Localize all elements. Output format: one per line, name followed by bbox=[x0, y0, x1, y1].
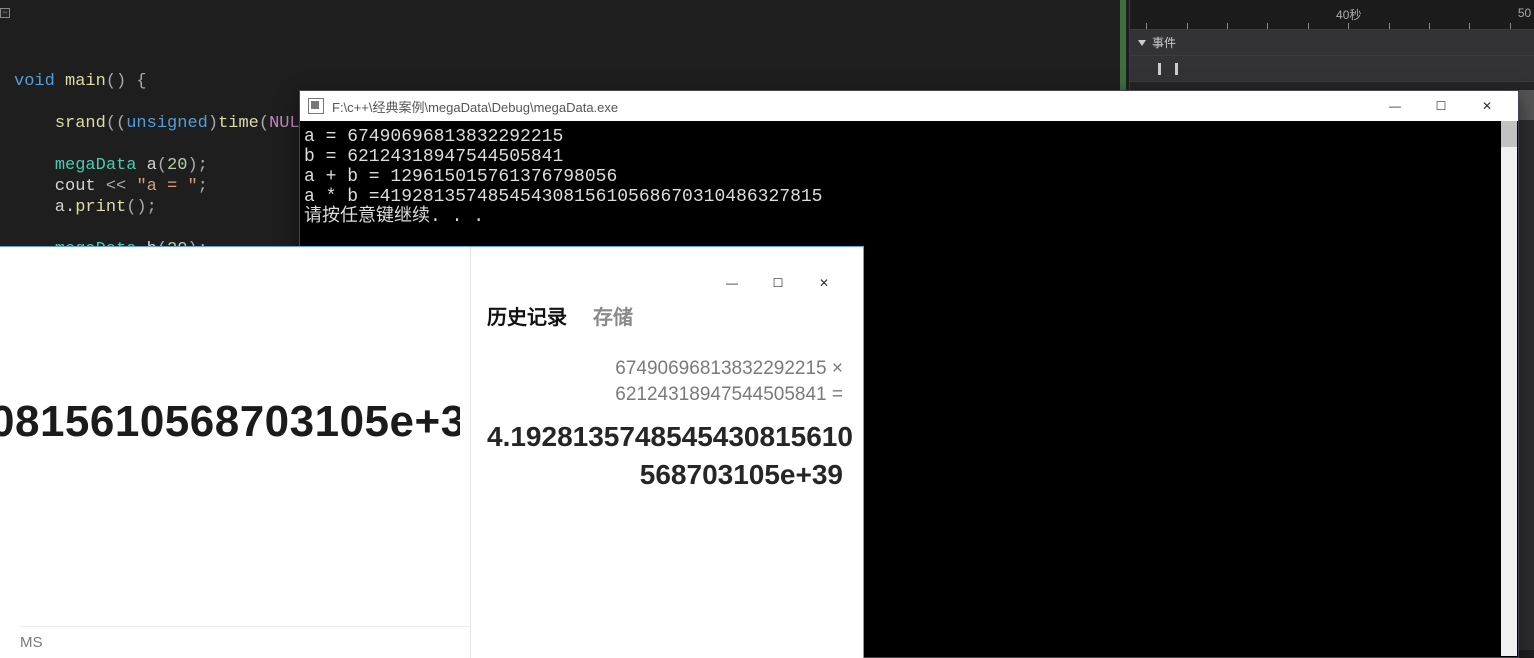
code-line[interactable]: void main() { bbox=[14, 71, 1110, 92]
tab-history[interactable]: 历史记录 bbox=[487, 301, 567, 330]
events-section-header[interactable]: 事件 bbox=[1130, 30, 1534, 56]
gutter-indicator bbox=[1120, 0, 1126, 90]
console-output: a = 67490696813832292215 b = 62124318947… bbox=[300, 121, 1518, 233]
close-button[interactable]: ✕ bbox=[801, 265, 847, 301]
timeline-tick-label: 50 bbox=[1518, 6, 1531, 20]
memory-store-indicator[interactable]: MS bbox=[20, 634, 43, 651]
calculator-window[interactable]: 0815610568703105e+39 MS — ☐ ✕ 历史记录 存储 67… bbox=[0, 246, 864, 658]
calculator-history-pane: — ☐ ✕ 历史记录 存储 67490696813832292215 × 621… bbox=[471, 247, 863, 658]
timeline-ruler[interactable]: 40秒 50 bbox=[1130, 0, 1534, 30]
calculator-titlebar[interactable]: — ☐ ✕ bbox=[487, 265, 847, 301]
right-scrollbar[interactable] bbox=[1518, 90, 1534, 650]
console-icon bbox=[308, 98, 324, 114]
scrollbar-thumb[interactable] bbox=[1501, 121, 1517, 147]
calculator-display: 0815610568703105e+39 bbox=[0, 397, 460, 447]
events-label: 事件 bbox=[1152, 34, 1176, 51]
console-scrollbar[interactable] bbox=[1501, 121, 1517, 656]
minimize-button[interactable]: — bbox=[709, 265, 755, 301]
console-titlebar[interactable]: F:\c++\经典案例\megaData\Debug\megaData.exe … bbox=[300, 91, 1518, 121]
tab-memory[interactable]: 存储 bbox=[593, 301, 633, 330]
minimize-button[interactable]: — bbox=[1372, 91, 1418, 121]
calculator-tabs: 历史记录 存储 bbox=[487, 301, 847, 330]
chevron-down-icon bbox=[1138, 40, 1146, 46]
scrollbar-thumb[interactable] bbox=[1518, 90, 1534, 120]
calculator-status-bar: MS bbox=[20, 626, 470, 658]
maximize-button[interactable]: ☐ bbox=[755, 265, 801, 301]
history-result[interactable]: 4.1928135748545430815610 568703105e+39 bbox=[487, 418, 847, 494]
events-row bbox=[1130, 56, 1534, 82]
maximize-button[interactable]: ☐ bbox=[1418, 91, 1464, 121]
timeline-tick-label: 40秒 bbox=[1336, 6, 1361, 23]
close-button[interactable]: ✕ bbox=[1464, 91, 1510, 121]
pause-icon bbox=[1158, 63, 1178, 75]
calculator-main-pane: 0815610568703105e+39 MS bbox=[0, 247, 471, 658]
fold-icon[interactable]: − bbox=[0, 8, 10, 18]
diagnostic-tools-pane: 40秒 50 事件 bbox=[1129, 0, 1534, 90]
history-expression[interactable]: 67490696813832292215 × 62124318947544505… bbox=[487, 356, 847, 408]
console-title: F:\c++\经典案例\megaData\Debug\megaData.exe bbox=[332, 97, 1372, 116]
